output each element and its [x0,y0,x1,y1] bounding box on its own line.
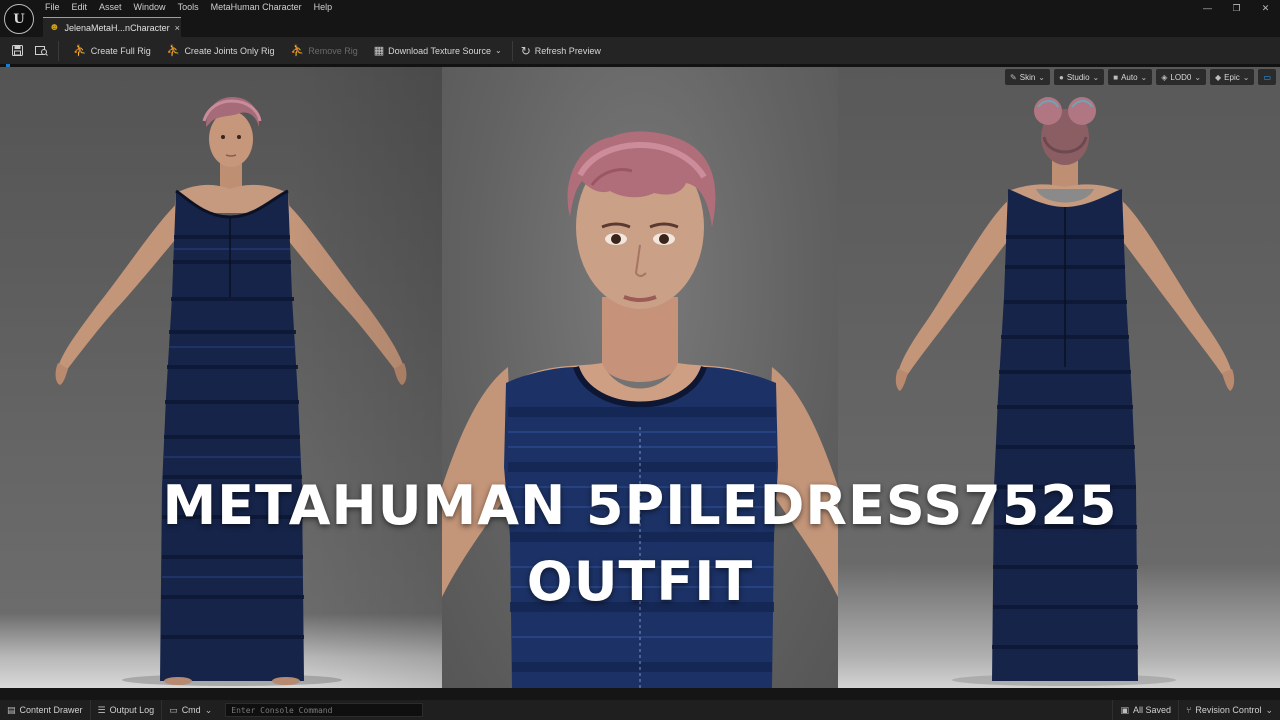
menu-edit[interactable]: Edit [72,2,96,12]
menu-tools[interactable]: Tools [178,2,207,12]
save-icon[interactable] [8,42,26,60]
diamond-icon: ◆ [1215,72,1222,82]
all-saved-label: All Saved [1132,705,1172,715]
content-drawer-button[interactable]: ▤ Content Drawer [0,700,91,720]
joints-rig-icon: ⛹ [166,45,181,57]
main-menu: File Edit Asset Window Tools MetaHuman C… [45,2,344,12]
overlay-title-line1: METAHUMAN 5PILEDRESS7525 [162,474,1118,537]
menu-window[interactable]: Window [134,2,174,12]
create-joints-only-rig-label: Create Joints Only Rig [184,45,275,56]
output-log-label: Output Log [109,705,155,715]
minimize-button[interactable]: — [1193,0,1222,16]
chevron-down-icon: ⌄ [204,704,213,715]
chevron-down-icon: ⌄ [1038,72,1045,82]
content-drawer-icon: ▤ [7,704,16,715]
refresh-preview-button[interactable]: ↻ Refresh Preview [521,44,601,58]
maximize-button[interactable]: ❐ [1222,0,1251,16]
chevron-down-icon: ⌄ [1194,72,1202,82]
remove-rig-icon: ⛹ [290,45,305,57]
refresh-preview-label: Refresh Preview [534,45,601,56]
camera-icon: ■ [1113,72,1119,82]
tab-label: JelenaMetaH...nCharacter [64,22,170,33]
tab-metahuman-character[interactable]: ☻ JelenaMetaH...nCharacter × [43,17,181,37]
rig-icon: ⛹ [73,45,87,57]
status-bar: ▤ Content Drawer ☰ Output Log ▭ Cmd ⌄ En… [0,688,1280,720]
toolbar-separator [58,40,59,61]
quality-dropdown[interactable]: ◆ Epic ⌄ [1210,69,1255,85]
metahuman-asset-icon: ☻ [49,22,60,33]
status-bar-inner: ▤ Content Drawer ☰ Output Log ▭ Cmd ⌄ En… [0,700,1280,720]
chevron-down-icon: ⌄ [1242,72,1250,82]
overlay-title-line2: OUTFIT [526,550,754,613]
menu-asset[interactable]: Asset [99,2,130,12]
window-controls: — ❐ ✕ [1193,0,1280,16]
skin-icon: ✎ [1010,72,1017,82]
refresh-icon: ↻ [520,43,531,58]
chevron-down-icon: ⌄ [495,46,502,55]
toolbar-separator [511,40,513,61]
skin-preview-dropdown[interactable]: ✎ Skin ⌄ [1005,69,1050,85]
all-saved-button[interactable]: ▣ All Saved [1112,700,1178,720]
asset-toolbar: ⛹ Create Full Rig ⛹ Create Joints Only R… [0,37,1280,64]
viewport-toolbar: ✎ Skin ⌄ ● Studio ⌄ ■ Auto ⌄ ◈ LOD0 ⌄ ◆ … [1005,67,1276,87]
remove-rig-button[interactable]: ⛹ Remove Rig [290,44,357,57]
menu-help[interactable]: Help [314,2,341,12]
quality-label: Epic [1224,72,1240,82]
menu-metahuman-character[interactable]: MetaHuman Character [211,2,310,12]
download-texture-source-label: Download Texture Source [388,45,492,56]
auto-label: Auto [1121,72,1138,82]
create-joints-only-rig-button[interactable]: ⛹ Create Joints Only Rig [167,44,275,57]
keyboard-toggle-icon[interactable]: ▭ [1258,69,1276,85]
unreal-logo-icon[interactable]: U [4,4,34,34]
lod-label: LOD0 [1170,72,1192,82]
console-command-input[interactable]: Enter Console Command [225,703,424,717]
cube-icon: ◈ [1161,72,1168,82]
content-drawer-label: Content Drawer [19,705,83,715]
revision-control-label: Revision Control [1195,705,1262,715]
status-bar-right: ▣ All Saved ⑂ Revision Control ⌄ [1112,700,1280,720]
menu-bar: U File Edit Asset Window Tools MetaHuman… [0,0,1280,34]
cmd-dropdown[interactable]: ▭ Cmd ⌄ [162,700,219,720]
lod-dropdown[interactable]: ◈ LOD0 ⌄ [1156,69,1207,85]
download-texture-source-button[interactable]: ▦ Download Texture Source ⌄ [374,44,502,57]
revision-control-button[interactable]: ⑂ Revision Control ⌄ [1178,700,1280,720]
create-full-rig-label: Create Full Rig [90,45,151,56]
lightbulb-icon: ● [1059,72,1064,82]
chevron-down-icon: ⌄ [1140,72,1148,82]
chevron-down-icon: ⌄ [1265,704,1273,715]
cmd-label: Cmd [181,705,201,715]
character-viewport[interactable]: ✎ Skin ⌄ ● Studio ⌄ ■ Auto ⌄ ◈ LOD0 ⌄ ◆ … [0,67,1280,688]
terminal-icon: ▭ [169,704,178,715]
branch-icon: ⑂ [1186,705,1192,715]
studio-lighting-dropdown[interactable]: ● Studio ⌄ [1054,69,1105,85]
output-log-icon: ☰ [97,704,106,715]
create-full-rig-button[interactable]: ⛹ Create Full Rig [73,44,151,57]
document-tab-strip: ☻ JelenaMetaH...nCharacter × [0,16,1280,37]
studio-label: Studio [1066,72,1090,82]
menu-file[interactable]: File [45,2,68,12]
skin-label: Skin [1019,72,1036,82]
checker-texture-icon: ▦ [373,45,385,57]
camera-auto-dropdown[interactable]: ■ Auto ⌄ [1108,69,1153,85]
tab-close-icon[interactable]: × [175,23,180,33]
remove-rig-label: Remove Rig [308,45,358,56]
browse-to-asset-icon[interactable] [32,42,50,60]
output-log-button[interactable]: ☰ Output Log [91,700,163,720]
close-window-button[interactable]: ✕ [1251,0,1280,16]
save-status-icon: ▣ [1120,704,1129,715]
chevron-down-icon: ⌄ [1092,72,1100,82]
